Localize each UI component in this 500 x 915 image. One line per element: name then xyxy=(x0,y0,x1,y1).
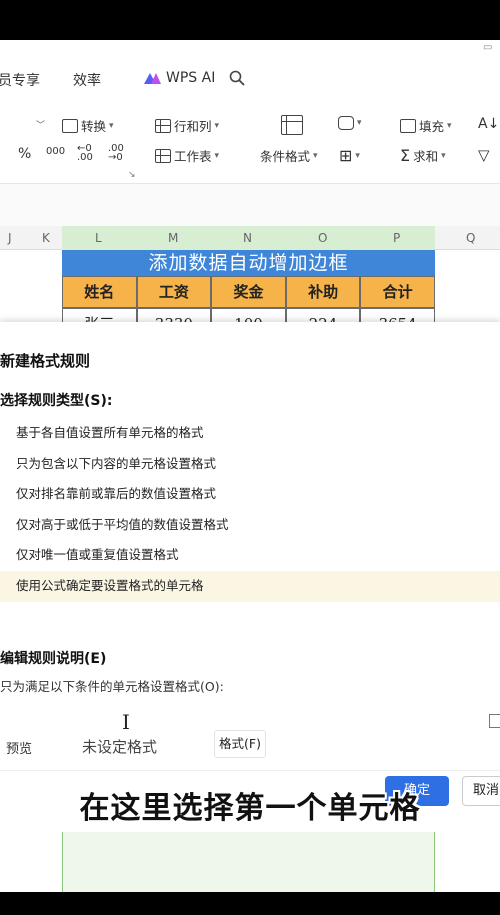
table-style-button[interactable] xyxy=(281,115,303,135)
rule-type-list: 基于各自值设置所有单元格的格式 只为包含以下内容的单元格设置格式 仅对排名靠前或… xyxy=(0,418,500,602)
table-style-icon xyxy=(281,115,303,135)
decrease-decimal-button[interactable]: .00 →0 xyxy=(108,143,124,163)
chevron-down-icon: ▾ xyxy=(214,120,220,131)
worksheet-icon xyxy=(155,148,171,163)
sort-button[interactable]: A↓ xyxy=(478,116,499,132)
header-cell[interactable]: 合计 xyxy=(360,276,435,308)
sum-button[interactable]: Σ 求和 ▾ xyxy=(400,146,446,165)
menu-bar: 员专享 效率 WPS AI ▭ xyxy=(0,40,500,98)
video-subtitle: 在这里选择第一个单元格 xyxy=(79,791,421,826)
rule-type-item[interactable]: 仅对排名靠前或靠后的数值设置格式 xyxy=(0,479,500,510)
sigma-icon: Σ xyxy=(400,146,411,165)
conditional-format-button[interactable]: 条件格式 ▾ xyxy=(260,146,318,165)
column-header[interactable]: O xyxy=(318,231,327,245)
chevron-down-icon: ▾ xyxy=(441,150,446,161)
border-icon: ⊞ xyxy=(339,146,353,165)
format-brush-icon xyxy=(338,116,354,130)
wps-ai-label: WPS AI xyxy=(166,70,216,86)
column-header[interactable]: K xyxy=(42,231,50,245)
filter-button[interactable]: ▽ xyxy=(478,146,490,164)
divider xyxy=(0,770,500,771)
thousands-button[interactable]: 000 xyxy=(46,146,65,157)
condition-label: 只为满足以下条件的单元格设置格式(O): xyxy=(0,679,224,694)
group-expand-icon[interactable]: ↘ xyxy=(128,170,136,180)
spreadsheet-grid: 添加数据自动增加边框 姓名 工资 奖金 补助 合计 张三 3330 100 22… xyxy=(0,250,500,330)
rule-type-item[interactable]: 仅对唯一值或重复值设置格式 xyxy=(0,540,500,571)
rule-type-item[interactable]: 基于各自值设置所有单元格的格式 xyxy=(0,418,500,449)
border-button[interactable]: ⊞ ▾ xyxy=(339,146,360,165)
rule-type-item[interactable]: 只为包含以下内容的单元格设置格式 xyxy=(0,449,500,480)
conditional-format-label: 条件格式 xyxy=(260,149,311,164)
preview-label: 预览 xyxy=(6,742,33,757)
text-cursor-icon: I xyxy=(122,710,130,734)
selected-range-preview xyxy=(62,832,435,892)
column-header[interactable]: Q xyxy=(466,231,475,245)
chevron-down-icon: ▾ xyxy=(313,150,318,161)
percent-button[interactable]: % xyxy=(18,146,31,162)
fill-icon xyxy=(400,118,416,133)
search-icon[interactable] xyxy=(229,70,245,86)
convert-button[interactable]: 转换 ▾ xyxy=(62,116,114,135)
dialog-title: 新建格式规则 xyxy=(0,352,91,370)
header-cell[interactable]: 补助 xyxy=(285,276,361,308)
convert-label: 转换 xyxy=(81,119,107,134)
row-col-label: 行和列 xyxy=(174,119,212,134)
column-header-bar: J K L M N O P Q xyxy=(0,226,500,250)
preview-sample: 未设定格式 xyxy=(82,738,158,756)
column-header[interactable]: J xyxy=(8,231,12,245)
sum-label: 求和 xyxy=(413,149,439,164)
edit-rule-label: 编辑规则说明(E) xyxy=(0,651,107,667)
column-header[interactable]: P xyxy=(393,231,400,245)
app-screen: 员专享 效率 WPS AI ▭ ﹀ 转换 ▾ 行和列 ▾ ▾ 填充 ▾ A↓ %… xyxy=(0,40,500,892)
chevron-down-icon: ▾ xyxy=(447,120,452,131)
increase-decimal-icon: ←0.00 xyxy=(77,143,93,163)
header-cell[interactable]: 奖金 xyxy=(211,276,286,308)
fill-label: 填充 xyxy=(419,119,445,134)
table-title-cell[interactable]: 添加数据自动增加边框 xyxy=(62,250,435,276)
row-col-icon xyxy=(155,118,171,133)
header-cell[interactable]: 工资 xyxy=(136,276,212,308)
menu-efficiency[interactable]: 效率 xyxy=(73,70,101,90)
chevron-down-icon: ▾ xyxy=(214,150,220,161)
menu-wps-ai[interactable]: WPS AI xyxy=(144,70,215,86)
header-cell[interactable]: 姓名 xyxy=(62,276,137,308)
decrease-decimal-icon: .00 →0 xyxy=(108,143,124,163)
font-dropdown-caret[interactable]: ﹀ xyxy=(36,118,45,131)
increase-decimal-button[interactable]: ←0.00 xyxy=(77,143,93,163)
fill-button[interactable]: 填充 ▾ xyxy=(400,116,452,135)
brush-button[interactable]: ▾ xyxy=(338,116,362,130)
rule-type-label: 选择规则类型(S): xyxy=(0,393,113,409)
column-header[interactable]: M xyxy=(168,231,178,245)
row-col-button[interactable]: 行和列 ▾ xyxy=(155,116,219,135)
filter-icon: ▽ xyxy=(478,146,490,164)
sort-icon: A↓ xyxy=(478,116,500,132)
ribbon-toolbar: ﹀ 转换 ▾ 行和列 ▾ ▾ 填充 ▾ A↓ % 000 ←0.00 .00 →… xyxy=(0,98,500,184)
rule-type-item-selected[interactable]: 使用公式确定要设置格式的单元格 xyxy=(0,570,500,602)
wps-ai-icon xyxy=(144,71,162,85)
table-header-row: 姓名 工资 奖金 补助 合计 xyxy=(62,276,435,308)
chevron-down-icon: ﹀ xyxy=(36,121,46,131)
collapse-icon[interactable]: ▭ xyxy=(483,42,497,54)
chevron-down-icon: ▾ xyxy=(357,118,362,128)
convert-icon xyxy=(62,118,78,133)
chevron-down-icon: ▾ xyxy=(109,120,114,131)
format-button[interactable]: 格式(F) xyxy=(214,730,266,758)
column-header[interactable]: L xyxy=(95,231,102,245)
column-header[interactable]: N xyxy=(243,231,252,245)
rule-type-item[interactable]: 仅对高于或低于平均值的数值设置格式 xyxy=(0,510,500,541)
range-select-icon[interactable] xyxy=(489,714,500,728)
worksheet-button[interactable]: 工作表 ▾ xyxy=(155,146,219,165)
chevron-down-icon: ▾ xyxy=(355,150,360,161)
worksheet-label: 工作表 xyxy=(174,149,212,164)
menu-vip[interactable]: 员专享 xyxy=(0,70,40,90)
